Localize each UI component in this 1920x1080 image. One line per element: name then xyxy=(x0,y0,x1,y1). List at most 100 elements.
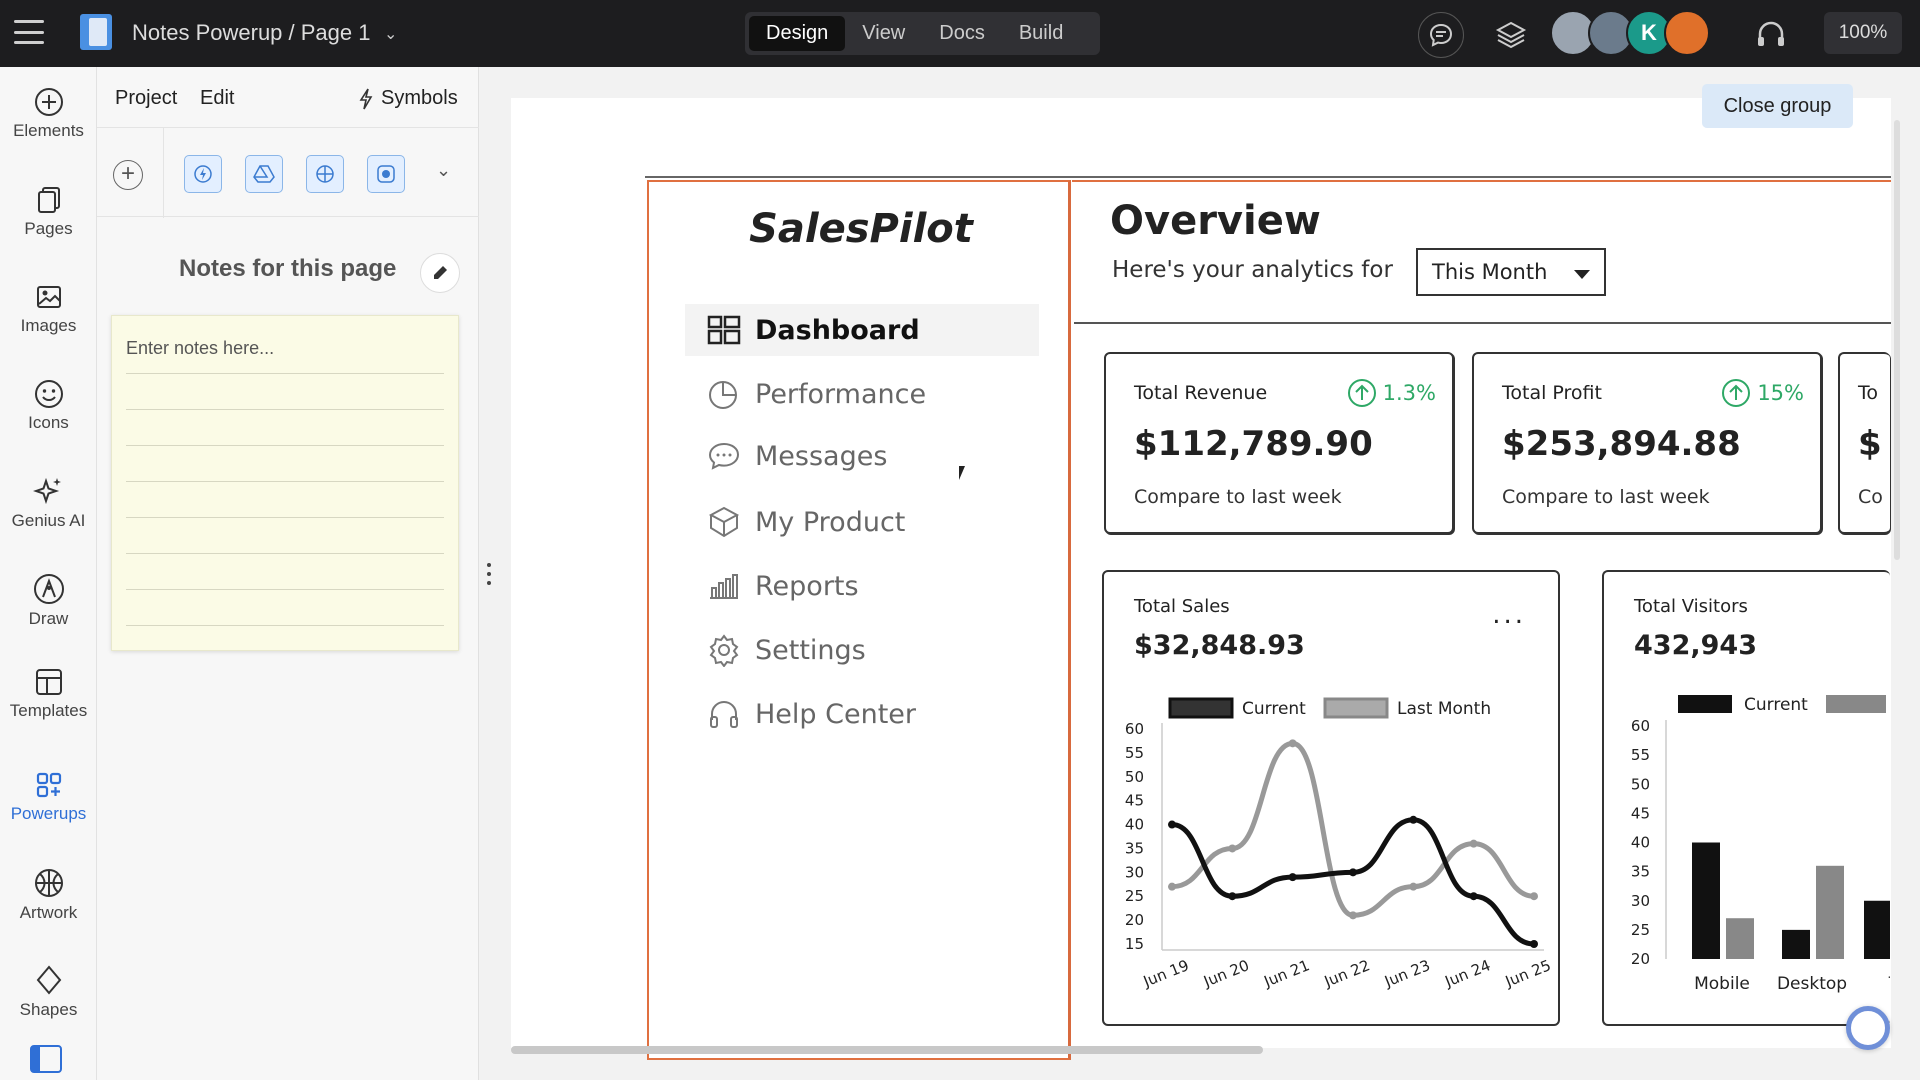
wireframe-logo: SalesPilot xyxy=(749,206,973,252)
stat-card-third[interactable]: To $ Co xyxy=(1838,352,1890,534)
x-tick-label: Jun 22 xyxy=(1321,956,1373,991)
nav-item-my-product[interactable]: My Product xyxy=(685,496,1039,548)
menu-edit[interactable]: Edit xyxy=(200,87,234,110)
x-tick-label: Mobile xyxy=(1694,974,1750,994)
panel-toggle-icon[interactable] xyxy=(30,1045,62,1073)
add-powerup-icon[interactable]: + xyxy=(113,160,143,190)
zoom-level[interactable]: 100% xyxy=(1824,12,1902,54)
visitors-chart-card[interactable]: Total Visitors 432,943 Current 20 25 30 35 40… xyxy=(1602,570,1890,1026)
group-border xyxy=(645,176,1891,178)
tab-build[interactable]: Build xyxy=(1002,16,1080,51)
overview-subtitle: Here's your analytics for xyxy=(1112,257,1393,283)
nav-item-help-center[interactable]: Help Center xyxy=(685,688,1039,740)
bar xyxy=(1782,929,1810,959)
y-tick-label: 55 xyxy=(1125,744,1144,762)
stat-value: $ xyxy=(1858,424,1882,464)
chat-bubble-icon[interactable] xyxy=(1846,1006,1890,1050)
wireframe-sidebar[interactable]: SalesPilot Dashboard Performance Message… xyxy=(647,180,1071,1060)
close-group-button[interactable]: Close group xyxy=(1702,84,1853,128)
y-tick-label: 50 xyxy=(1631,775,1650,793)
menu-icon[interactable] xyxy=(14,20,44,44)
chevron-down-icon[interactable]: ⌄ xyxy=(384,24,397,44)
x-tick-label: Desktop xyxy=(1777,974,1847,994)
powerup-record-icon[interactable] xyxy=(367,155,405,193)
y-tick-label: 25 xyxy=(1631,921,1650,939)
powerup-globe-icon[interactable] xyxy=(306,155,344,193)
rail-item-icons[interactable]: Icons xyxy=(0,379,97,433)
x-tick-label: Jun 19 xyxy=(1140,956,1192,991)
y-tick-label: 45 xyxy=(1125,792,1144,810)
horizontal-scrollbar[interactable] xyxy=(511,1046,1263,1054)
symbols-button[interactable]: Symbols xyxy=(359,87,458,110)
globe-icon xyxy=(34,869,63,897)
rail-label: Pages xyxy=(24,219,73,238)
notes-field[interactable]: Enter notes here... xyxy=(111,315,459,651)
lightning-icon xyxy=(359,88,373,109)
x-tick-label: T xyxy=(1888,974,1890,994)
stat-change: 1.3% xyxy=(1347,378,1436,408)
rail-item-powerups[interactable]: Powerups xyxy=(0,770,97,824)
message-icon xyxy=(708,442,740,470)
nav-item-messages[interactable]: Messages xyxy=(685,430,1039,482)
nav-item-dashboard[interactable]: Dashboard xyxy=(685,304,1039,356)
nav-item-settings[interactable]: Settings xyxy=(685,624,1039,676)
stat-card-revenue[interactable]: Total Revenue 1.3% $112,789.90 Compare t… xyxy=(1104,352,1454,534)
headset-icon[interactable] xyxy=(1748,12,1794,58)
rail-item-shapes[interactable]: Shapes xyxy=(0,964,97,1020)
rail-label: Artwork xyxy=(19,903,78,922)
y-tick-label: 30 xyxy=(1125,863,1144,881)
y-tick-label: 40 xyxy=(1631,834,1650,852)
stat-label: To xyxy=(1858,382,1879,404)
rail-item-genius-ai[interactable]: Genius AI xyxy=(0,475,97,531)
tab-view[interactable]: View xyxy=(845,16,922,51)
tab-docs[interactable]: Docs xyxy=(922,16,1002,51)
y-tick-label: 60 xyxy=(1631,717,1650,735)
nav-label: Performance xyxy=(755,378,927,410)
y-tick-label: 35 xyxy=(1631,863,1650,881)
rail-item-artwork[interactable]: Artwork xyxy=(0,867,97,923)
divider xyxy=(1074,322,1891,324)
nav-item-performance[interactable]: Performance xyxy=(685,368,1039,420)
bar xyxy=(1864,900,1890,959)
stat-card-profit[interactable]: Total Profit 15% $253,894.88 Compare to … xyxy=(1472,352,1822,534)
templates-icon xyxy=(35,669,62,695)
powerup-drive-icon[interactable] xyxy=(245,155,283,193)
layers-icon[interactable] xyxy=(1488,12,1534,58)
rail-item-images[interactable]: Images xyxy=(0,282,97,336)
powerup-bolt-icon[interactable] xyxy=(184,155,222,193)
data-point xyxy=(1228,844,1237,853)
rail-item-templates[interactable]: Templates xyxy=(0,667,97,721)
chevron-down-icon[interactable]: ⌄ xyxy=(436,160,451,181)
smiley-icon xyxy=(34,380,63,408)
rail-item-pages[interactable]: Pages xyxy=(0,185,97,239)
panel-resize-handle[interactable] xyxy=(486,563,492,585)
y-tick-label: 55 xyxy=(1631,746,1650,764)
stat-label: Total Profit xyxy=(1502,382,1602,404)
overview-title: Overview xyxy=(1110,198,1321,244)
y-tick-label: 50 xyxy=(1125,768,1144,786)
series-line-last-month xyxy=(1169,740,1537,918)
nav-item-reports[interactable]: Reports xyxy=(685,560,1039,612)
tab-design[interactable]: Design xyxy=(749,16,846,51)
rail-label: Shapes xyxy=(19,1000,78,1019)
data-point xyxy=(1168,820,1176,829)
period-select[interactable]: This Month xyxy=(1416,248,1606,296)
top-bar: Notes Powerup / Page 1 ⌄ Design View Doc… xyxy=(0,0,1920,67)
comments-icon[interactable] xyxy=(1418,12,1464,58)
images-icon xyxy=(36,286,61,308)
vertical-scrollbar[interactable] xyxy=(1894,120,1900,560)
data-point xyxy=(1530,940,1538,948)
menu-project[interactable]: Project xyxy=(115,87,177,110)
eyedropper-icon[interactable] xyxy=(420,253,460,293)
project-title[interactable]: Notes Powerup / Page 1 xyxy=(132,20,370,46)
legend-label: Current xyxy=(1744,695,1808,715)
rail-label: Genius AI xyxy=(11,511,86,530)
rail-item-draw[interactable]: Draw xyxy=(0,573,97,629)
sales-chart-card[interactable]: Total Sales $32,848.93 ... Current Last M… xyxy=(1102,570,1560,1026)
stat-value: $253,894.88 xyxy=(1502,424,1741,464)
rail-item-elements[interactable]: Elements xyxy=(0,87,97,141)
data-point xyxy=(1349,868,1357,877)
data-point xyxy=(1228,892,1237,901)
avatar[interactable] xyxy=(1664,10,1710,56)
nav-label: My Product xyxy=(755,506,906,538)
